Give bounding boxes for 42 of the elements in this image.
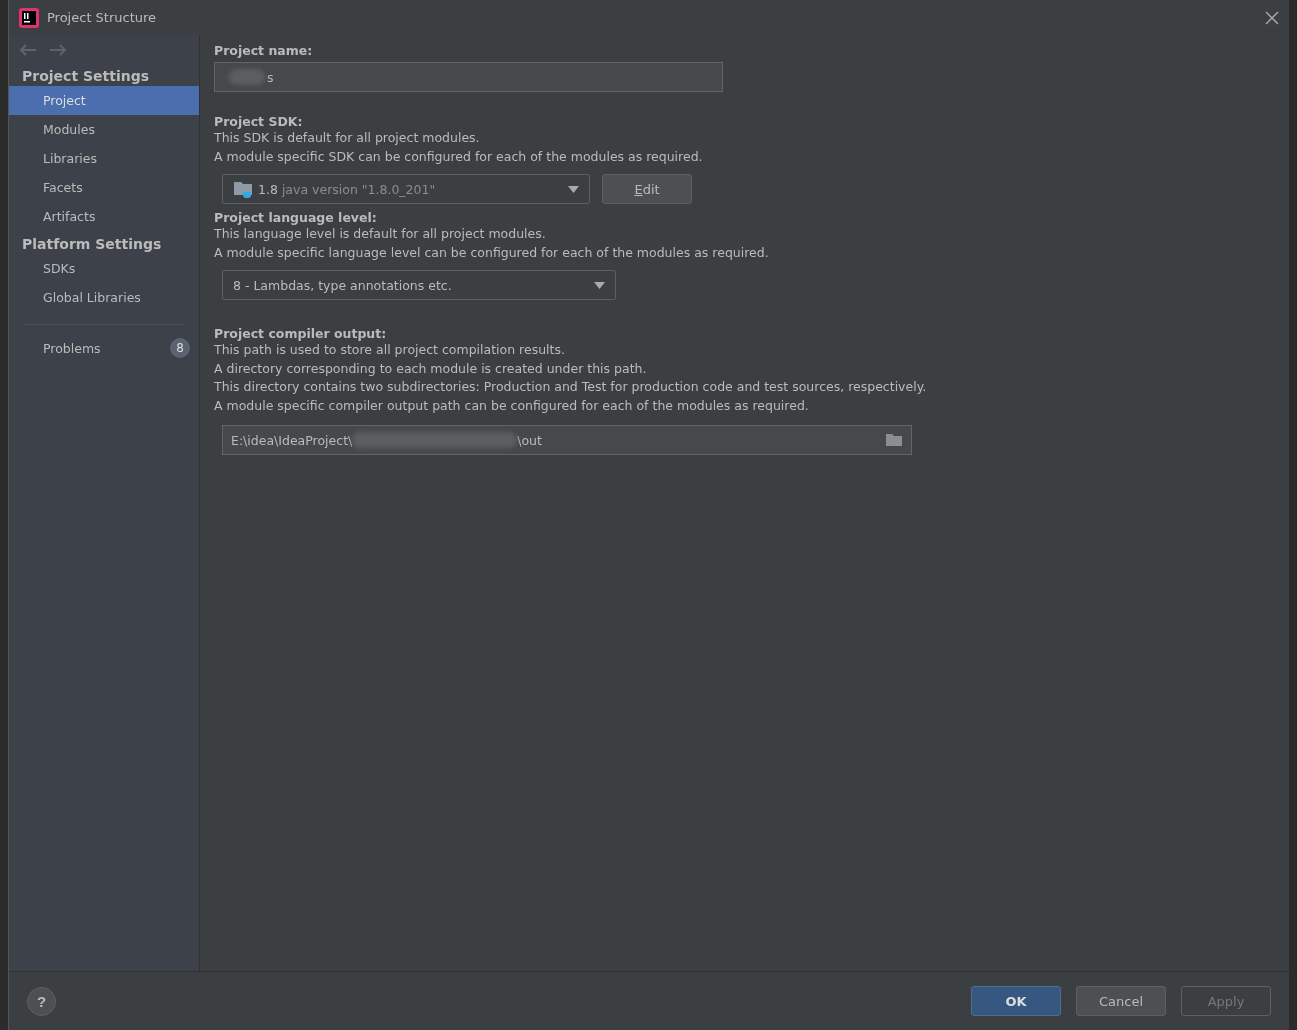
output-path-field[interactable]: E:\idea\IdeaProject\ \out bbox=[222, 425, 912, 455]
language-level-dropdown[interactable]: 8 - Lambdas, type annotations etc. bbox=[222, 270, 616, 300]
sidebar-item[interactable]: Artifacts bbox=[9, 202, 199, 231]
description-text: A directory corresponding to each module is created under this path. bbox=[214, 359, 648, 378]
field-label: Project name: bbox=[214, 43, 314, 58]
folder-icon[interactable] bbox=[885, 433, 903, 447]
window-title: Project Structure bbox=[47, 10, 157, 25]
sidebar-item[interactable]: Global Libraries bbox=[9, 283, 199, 312]
sdk-version: 1.8 bbox=[258, 181, 278, 197]
description-text: This directory contains two subdirectories: Production and Test for production code and test sources, respectively. bbox=[214, 378, 928, 396]
sidebar-item[interactable]: Libraries bbox=[9, 144, 199, 173]
dialog-button[interactable]: OK bbox=[971, 986, 1061, 1016]
help-button[interactable]: ? bbox=[27, 986, 56, 1016]
sidebar-item[interactable]: Modules bbox=[9, 115, 199, 144]
sidebar-group-title: Project Settings bbox=[21, 67, 151, 86]
app-logo-icon bbox=[19, 7, 39, 28]
project-name-field[interactable]: s bbox=[214, 62, 723, 92]
section-title: Project language level: bbox=[214, 210, 378, 225]
back-arrow-icon[interactable] bbox=[19, 43, 37, 57]
sdk-detail: java version "1.8.0_201" bbox=[281, 181, 436, 197]
edit-button[interactable]: Edit bbox=[602, 174, 692, 204]
forward-arrow-icon[interactable] bbox=[49, 43, 67, 57]
problems-item[interactable]: Problems bbox=[43, 340, 101, 356]
problems-count: 8 bbox=[170, 338, 190, 358]
sidebar-group-title: Platform Settings bbox=[21, 235, 163, 254]
folder-icon bbox=[233, 180, 253, 198]
dropdown-caret-icon bbox=[568, 185, 579, 193]
description-text: This language level is default for all project modules. bbox=[214, 225, 547, 243]
section-title: Project compiler output: bbox=[214, 326, 388, 341]
dialog-button[interactable]: Cancel bbox=[1076, 986, 1166, 1016]
description-text: This SDK is default for all project modules. bbox=[214, 129, 481, 147]
close-icon[interactable] bbox=[1265, 10, 1279, 25]
sidebar-item[interactable]: Project bbox=[9, 86, 199, 115]
sidebar-item[interactable]: SDKs bbox=[9, 254, 199, 283]
sidebar-item[interactable]: Facets bbox=[9, 173, 199, 202]
description-text: A module specific language level can be configured for each of the modules as required. bbox=[214, 243, 770, 262]
sdk-dropdown[interactable]: 1.8 java version "1.8.0_201" bbox=[222, 174, 590, 204]
description-text: A module specific compiler output path can be configured for each of the modules as required. bbox=[214, 396, 810, 415]
section-title: Project SDK: bbox=[214, 114, 304, 129]
dropdown-caret-icon bbox=[594, 281, 605, 289]
description-text: A module specific SDK can be configured for each of the modules as required. bbox=[214, 147, 704, 166]
description-text: This path is used to store all project compilation results. bbox=[214, 341, 566, 359]
